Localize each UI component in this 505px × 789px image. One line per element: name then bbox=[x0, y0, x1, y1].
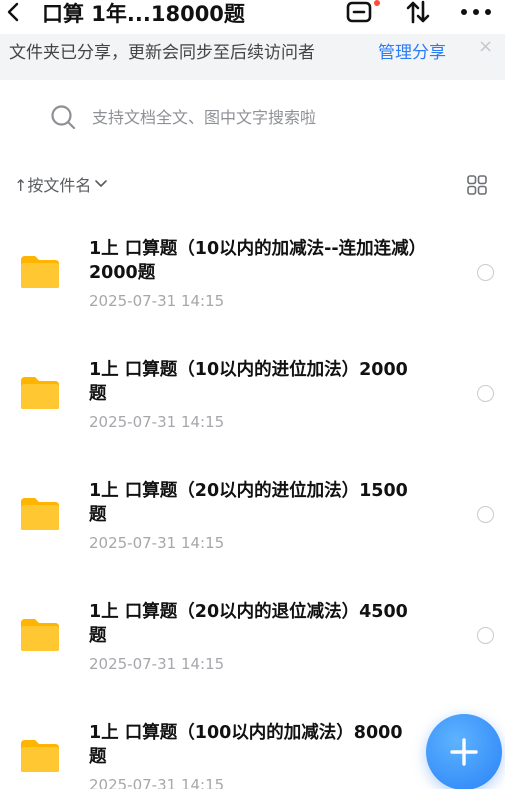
plus-icon bbox=[450, 738, 478, 766]
more-button[interactable] bbox=[458, 0, 494, 24]
file-name: 1上 口算题（10以内的进位加法）2000题 bbox=[89, 360, 408, 404]
file-name: 1上 口算题（100以内的加减法）8000题 bbox=[89, 723, 403, 767]
folder-icon bbox=[21, 256, 59, 288]
folder-icon bbox=[21, 377, 59, 409]
file-date: 2025-07-31 14:15 bbox=[89, 413, 225, 431]
share-banner-text: 文件夹已分享，更新会同步至后续访问者 bbox=[9, 43, 315, 63]
save-button[interactable] bbox=[344, 0, 376, 24]
more-dots-icon bbox=[461, 9, 491, 15]
save-icon bbox=[346, 1, 372, 23]
search-input[interactable] bbox=[92, 105, 472, 129]
back-button[interactable] bbox=[2, 0, 24, 24]
file-name: 1上 口算题（20以内的退位减法）4500题 bbox=[89, 602, 408, 646]
chevron-down-icon bbox=[95, 180, 108, 187]
share-banner: 文件夹已分享，更新会同步至后续访问者 管理分享 × bbox=[0, 34, 505, 80]
sort-bar: ↑按文件名 bbox=[0, 170, 505, 200]
add-button[interactable] bbox=[426, 714, 502, 789]
folder-icon bbox=[21, 619, 59, 651]
select-radio[interactable] bbox=[477, 264, 494, 281]
folder-icon bbox=[21, 740, 59, 772]
select-radio[interactable] bbox=[477, 385, 494, 402]
close-icon[interactable]: × bbox=[478, 36, 493, 57]
notification-dot bbox=[374, 0, 380, 6]
list-item[interactable]: 1上 口算题（10以内的进位加法）2000题 2025-07-31 14:15 bbox=[0, 331, 505, 452]
list-item[interactable]: 1上 口算题（10以内的加减法--连加连减）2000题 2025-07-31 1… bbox=[0, 210, 505, 331]
sort-by-name-button[interactable]: ↑按文件名 bbox=[14, 172, 108, 196]
top-nav-bar: 口算 1年...18000题 bbox=[0, 0, 505, 34]
sort-label: ↑按文件名 bbox=[14, 176, 92, 195]
chevron-left-icon bbox=[7, 2, 19, 22]
file-date: 2025-07-31 14:15 bbox=[89, 655, 225, 673]
transfer-arrows-icon bbox=[406, 0, 430, 24]
page-title: 口算 1年...18000题 bbox=[42, 2, 245, 26]
file-date: 2025-07-31 14:15 bbox=[89, 534, 225, 552]
list-item[interactable]: 1上 口算题（20以内的进位加法）1500题 2025-07-31 14:15 bbox=[0, 452, 505, 573]
select-radio[interactable] bbox=[477, 627, 494, 644]
select-radio[interactable] bbox=[477, 506, 494, 523]
file-name: 1上 口算题（20以内的进位加法）1500题 bbox=[89, 481, 408, 525]
file-name: 1上 口算题（10以内的加减法--连加连减）2000题 bbox=[89, 239, 418, 283]
transfer-button[interactable] bbox=[404, 0, 432, 24]
file-date: 2025-07-31 14:15 bbox=[89, 292, 225, 310]
search-bar bbox=[0, 80, 505, 156]
grid-view-icon[interactable] bbox=[466, 174, 488, 196]
list-item[interactable]: 1上 口算题（20以内的退位减法）4500题 2025-07-31 14:15 bbox=[0, 573, 505, 694]
search-icon bbox=[51, 105, 76, 130]
file-date: 2025-07-31 14:15 bbox=[89, 776, 225, 789]
folder-icon bbox=[21, 498, 59, 530]
manage-share-link[interactable]: 管理分享 bbox=[378, 38, 446, 63]
